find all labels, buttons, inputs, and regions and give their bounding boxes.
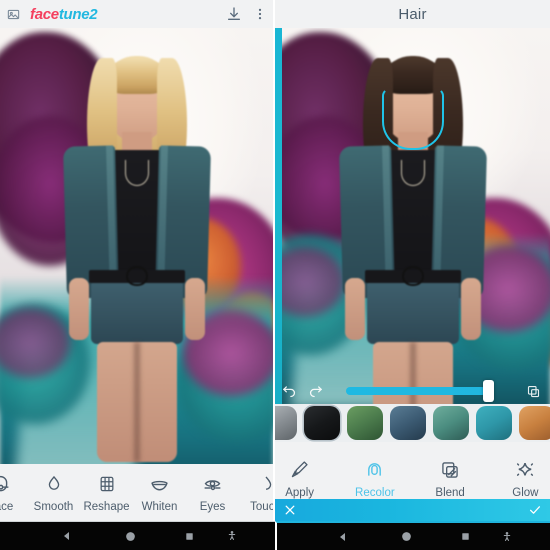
tool-whiten[interactable]: Whiten	[133, 472, 186, 513]
swatch-copper[interactable]	[519, 406, 550, 440]
logo-text-blue: tune2	[58, 5, 98, 23]
subject-necklace	[400, 160, 425, 186]
left-app-panel: facetune2 ce Smooth Reshape Whiten Eyes …	[0, 0, 275, 550]
swatch-black[interactable]	[304, 406, 340, 440]
subject-arm-left	[68, 278, 89, 340]
hair-icon	[364, 458, 385, 482]
tool-blend-label: Blend	[435, 486, 465, 499]
right-photo-canvas[interactable]	[275, 28, 550, 408]
circle-icon[interactable]	[124, 530, 137, 543]
face-outline-icon	[381, 88, 444, 150]
tool-reshape-label: Reshape	[83, 501, 130, 513]
right-app-panel: Hair Apply Recolor Blend Glow	[275, 0, 550, 550]
download-icon[interactable]	[221, 1, 247, 27]
tool-face-label: Face	[0, 501, 14, 513]
triangle-left-icon[interactable]	[61, 530, 73, 542]
close-icon[interactable]	[283, 503, 297, 517]
subject-belt-buckle	[125, 266, 148, 286]
slider-thumb[interactable]	[483, 380, 494, 402]
square-icon[interactable]	[184, 531, 195, 542]
tool-glow-label: Glow	[512, 486, 539, 499]
check-icon[interactable]	[528, 503, 542, 517]
navbar-left	[0, 521, 275, 550]
swatch-navy[interactable]	[390, 406, 426, 440]
tool-blend[interactable]: Blend	[426, 458, 475, 499]
subject-necklace	[124, 160, 149, 186]
blend-icon	[440, 458, 460, 482]
swatch-teal[interactable]	[476, 406, 512, 440]
page-title: Hair	[398, 5, 427, 23]
subject-arm-right	[184, 278, 205, 340]
grid-icon	[97, 472, 117, 496]
screenshot-root: facetune2 ce Smooth Reshape Whiten Eyes …	[0, 0, 550, 550]
tool-recolor-label: Recolor	[355, 486, 395, 499]
photo-subject	[43, 28, 231, 488]
left-photo-canvas[interactable]	[0, 28, 273, 488]
subject-belt-buckle	[401, 266, 424, 286]
tool-whiten-label: Whiten	[141, 501, 178, 513]
slider-track	[346, 387, 486, 395]
compare-icon[interactable]	[522, 380, 544, 402]
swatch-green[interactable]	[347, 406, 383, 440]
eye-icon	[202, 472, 223, 496]
tool-recolor[interactable]: Recolor	[350, 458, 399, 499]
left-toolbar: Face Smooth Reshape	[0, 464, 273, 521]
tool-face[interactable]: Face	[0, 472, 27, 513]
swatch-sea-green[interactable]	[433, 406, 469, 440]
touchup-icon	[256, 472, 274, 496]
intensity-slider[interactable]	[334, 380, 512, 402]
undo-icon[interactable]	[281, 383, 298, 400]
confirm-bar	[275, 499, 550, 521]
sparkle-icon	[514, 458, 536, 482]
app-logo: facetune2	[30, 5, 98, 23]
tool-touchup[interactable]: Touch	[239, 472, 273, 513]
navbar-right	[275, 521, 550, 550]
tool-smooth-label: Smooth	[33, 501, 74, 513]
droplet-icon	[44, 472, 64, 496]
tool-reshape[interactable]: Reshape	[80, 472, 133, 513]
right-header: Hair	[275, 0, 550, 28]
left-header: facetune2	[0, 0, 273, 28]
undo-redo-group	[281, 383, 324, 400]
tool-eyes-label: Eyes	[199, 501, 226, 513]
tool-eyes[interactable]: Eyes	[186, 472, 239, 513]
tool-glow[interactable]: Glow	[501, 458, 550, 499]
hair-color-swatches	[275, 404, 550, 442]
photo-subject	[319, 28, 507, 408]
circle-icon[interactable]	[400, 530, 413, 543]
tool-smooth[interactable]: Smooth	[27, 472, 80, 513]
subject-arm-right	[460, 278, 481, 340]
tool-apply-label: Apply	[285, 486, 315, 499]
subject-leg-gap	[133, 342, 140, 462]
swatch-gray[interactable]	[275, 406, 297, 440]
brush-icon	[289, 458, 310, 482]
logo-text-red: face	[30, 5, 59, 23]
redo-icon[interactable]	[307, 383, 324, 400]
square-icon[interactable]	[460, 531, 471, 542]
android-navigation-bar	[0, 521, 550, 550]
screen-edge-accent	[275, 28, 282, 408]
tool-apply[interactable]: Apply	[275, 458, 324, 499]
subject-shorts	[366, 282, 459, 344]
subject-shorts	[90, 282, 183, 344]
triangle-left-icon[interactable]	[337, 531, 349, 543]
subject-arm-left	[344, 278, 365, 340]
face-icon	[0, 472, 11, 496]
person-icon[interactable]	[226, 530, 238, 542]
tool-touchup-label: Touch	[250, 501, 273, 513]
edit-slider-row	[275, 374, 550, 408]
more-vertical-icon[interactable]	[247, 1, 273, 27]
teeth-icon	[149, 472, 170, 496]
photo-icon[interactable]	[4, 5, 22, 23]
person-icon[interactable]	[501, 531, 513, 543]
